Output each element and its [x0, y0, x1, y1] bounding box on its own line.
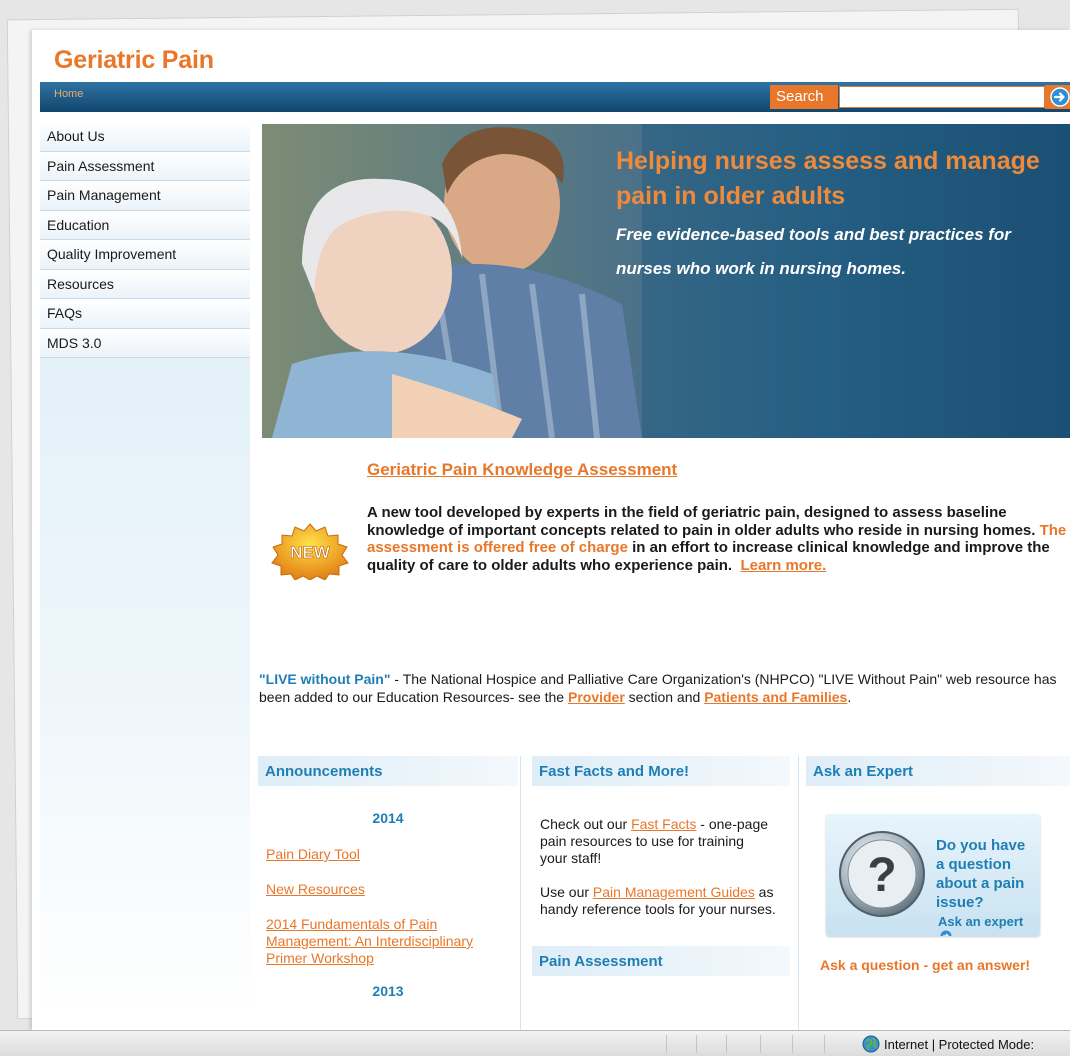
patients-families-link[interactable]: Patients and Families: [704, 689, 847, 705]
arrow-right-icon: [1050, 87, 1070, 107]
announcement-link-fundamentals-workshop[interactable]: 2014 Fundamentals of Pain Management: An…: [266, 916, 476, 967]
site-logo[interactable]: Geriatric Pain: [54, 46, 214, 75]
announcements-title: Announcements: [258, 756, 518, 786]
status-divider: [726, 1035, 727, 1053]
fast-facts-link[interactable]: Fast Facts: [631, 816, 696, 832]
svg-text:?: ?: [867, 849, 896, 902]
top-navbar: Home Search: [40, 82, 1070, 112]
live-title: "LIVE without Pain": [259, 671, 391, 687]
sidebar-item-quality-improvement[interactable]: Quality Improvement: [40, 240, 250, 270]
sidebar-item-education[interactable]: Education: [40, 210, 250, 240]
new-badge-label: NEW: [290, 543, 331, 562]
globe-icon: [862, 1035, 880, 1053]
search-go-button[interactable]: [1045, 85, 1070, 109]
nav-home-link[interactable]: Home: [54, 88, 83, 100]
fast-facts-paragraph: Check out our Fast Facts - one-page pain…: [540, 816, 774, 867]
ff-text-1: Check out our: [540, 816, 632, 832]
learn-more-link[interactable]: Learn more.: [740, 557, 826, 574]
knowledge-assessment-text: A new tool developed by experts in the f…: [367, 504, 1067, 574]
sidebar-item-about-us[interactable]: About Us: [40, 122, 250, 152]
pain-assessment-heading: Pain Assessment: [532, 946, 790, 976]
search-input[interactable]: [839, 86, 1045, 108]
guides-paragraph: Use our Pain Management Guides as handy …: [540, 884, 780, 918]
column-divider: [520, 756, 521, 1030]
fast-facts-title: Fast Facts and More!: [532, 756, 790, 786]
ask-question-text[interactable]: Ask a question - get an answer!: [820, 956, 1040, 974]
ask-expert-link[interactable]: Ask an expert: [938, 914, 1040, 936]
status-divider: [760, 1035, 761, 1053]
sidebar: About Us Pain Assessment Pain Management…: [40, 122, 250, 1030]
announcement-link-pain-diary[interactable]: Pain Diary Tool: [266, 846, 510, 863]
kb-text-1: A new tool developed by experts in the f…: [367, 504, 1036, 539]
status-divider: [666, 1035, 667, 1053]
hero-banner: Helping nurses assess and manage pain in…: [262, 124, 1070, 438]
sidebar-item-mds[interactable]: MDS 3.0: [40, 328, 250, 358]
knowledge-assessment-link[interactable]: Geriatric Pain Knowledge Assessment: [367, 460, 677, 480]
status-text: Internet | Protected Mode:: [884, 1037, 1035, 1052]
ask-expert-title: Ask an Expert: [806, 756, 1070, 786]
ask-expert-panel[interactable]: ? Do you have a question about a pain is…: [826, 814, 1040, 936]
pain-management-guides-link[interactable]: Pain Management Guides: [593, 884, 755, 900]
live-text-2: section and: [624, 689, 705, 705]
new-badge-icon: NEW: [271, 523, 349, 580]
sidebar-item-pain-management[interactable]: Pain Management: [40, 181, 250, 211]
year-heading-2013: 2013: [372, 983, 404, 999]
question-mark-icon: ?: [839, 831, 925, 917]
ask-expert-column: Ask an Expert ? Do you have a question a…: [806, 756, 1070, 1030]
live-text-3: .: [847, 689, 852, 705]
search-label: Search: [770, 85, 838, 109]
provider-link[interactable]: Provider: [568, 689, 625, 705]
arrow-right-icon: [940, 930, 952, 936]
expert-question-text: Do you have a question about a pain issu…: [936, 837, 1026, 911]
ff-text-3: Use our: [540, 884, 593, 900]
hero-photo: [262, 124, 642, 438]
announcement-link-new-resources[interactable]: New Resources: [266, 881, 510, 898]
announcements-column: Announcements 2014 Pain Diary Tool New R…: [258, 756, 518, 1030]
sidebar-item-pain-assessment[interactable]: Pain Assessment: [40, 151, 250, 181]
browser-status-bar: Internet | Protected Mode:: [0, 1030, 1070, 1056]
status-divider: [792, 1035, 793, 1053]
live-without-pain-notice: "LIVE without Pain" - The National Hospi…: [259, 670, 1059, 706]
hero-heading: Helping nurses assess and manage pain in…: [616, 147, 1040, 210]
column-divider: [798, 756, 799, 1030]
sidebar-item-faqs[interactable]: FAQs: [40, 299, 250, 329]
status-divider: [696, 1035, 697, 1053]
fast-facts-column: Fast Facts and More! Check out our Fast …: [532, 756, 790, 1030]
year-heading-2014: 2014: [372, 810, 404, 826]
web-page: Geriatric Pain Home Search About Us Pain…: [32, 30, 1070, 1030]
status-divider: [824, 1035, 825, 1053]
hero-subheading: Free evidence-based tools and best pract…: [616, 225, 1011, 278]
ask-expert-link-label: Ask an expert: [938, 914, 1024, 929]
sidebar-item-resources[interactable]: Resources: [40, 269, 250, 299]
